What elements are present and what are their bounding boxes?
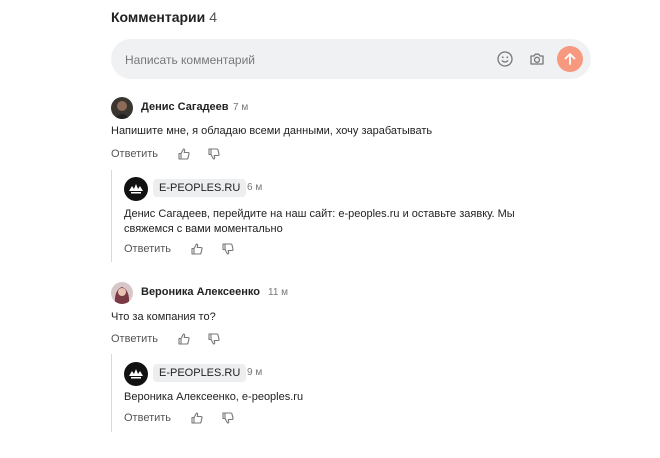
reply-text-line: Денис Сагадеев, перейдите на наш сайт: e… <box>124 208 515 220</box>
send-arrow-icon <box>564 53 576 65</box>
reply-text: Денис Сагадеев, перейдите на наш сайт: e… <box>124 207 624 237</box>
comment-item: Вероника Алексеенко 11 м Что за компания… <box>111 282 631 352</box>
comment-actions: Ответить <box>111 147 251 163</box>
camera-icon[interactable] <box>528 50 546 68</box>
reply-button[interactable]: Ответить <box>111 333 158 345</box>
comment-composer <box>111 39 591 79</box>
like-icon[interactable] <box>177 147 191 161</box>
brand-logo-icon <box>129 184 143 194</box>
dislike-icon[interactable] <box>207 332 221 346</box>
reply-button[interactable]: Ответить <box>124 412 171 424</box>
comment-text: Что за компания то? <box>111 311 216 323</box>
reply-time: 6 м <box>247 182 263 193</box>
like-icon[interactable] <box>190 411 204 425</box>
comment-actions: Ответить <box>111 332 251 348</box>
comment-time: 7 м <box>233 102 249 113</box>
comments-title: Комментарии <box>111 9 206 25</box>
comment-author[interactable]: Денис Сагадеев <box>141 101 229 113</box>
reply-author[interactable]: E-PEOPLES.RU <box>153 364 247 382</box>
reply-author[interactable]: E-PEOPLES.RU <box>153 179 247 197</box>
reply-thread-line <box>111 354 112 432</box>
reply-actions: Ответить <box>124 411 264 427</box>
avatar[interactable] <box>111 97 133 119</box>
dislike-icon[interactable] <box>221 411 235 425</box>
comment-text: Напишите мне, я обладаю всеми данными, х… <box>111 125 433 137</box>
reply-text: Вероника Алексеенко, e-peoples.ru <box>124 391 304 403</box>
brand-avatar[interactable] <box>124 177 148 201</box>
like-icon[interactable] <box>177 332 191 346</box>
dislike-icon[interactable] <box>207 147 221 161</box>
comment-input[interactable] <box>123 49 487 71</box>
reply-text-line: свяжемся с вами моментально <box>124 223 283 235</box>
comments-count: 4 <box>209 9 218 25</box>
reply-button[interactable]: Ответить <box>124 243 171 255</box>
reply-item: E-PEOPLES.RU 6 м Денис Сагадеев, перейди… <box>124 177 624 262</box>
comment-time: 11 м <box>268 287 289 298</box>
comments-section: Комментарии4 Денис Сагадеев <box>0 0 660 458</box>
like-icon[interactable] <box>190 242 204 256</box>
send-button[interactable] <box>557 46 583 72</box>
comment-item: Денис Сагадеев 7 м Напишите мне, я облад… <box>111 97 631 167</box>
avatar[interactable] <box>111 282 133 304</box>
comments-header: Комментарии 4 <box>111 9 217 25</box>
reply-actions: Ответить <box>124 242 264 258</box>
reply-button[interactable]: Ответить <box>111 148 158 160</box>
reply-thread-line <box>111 170 112 262</box>
brand-logo-icon <box>129 369 143 379</box>
reply-time: 9 м <box>247 367 263 378</box>
dislike-icon[interactable] <box>221 242 235 256</box>
emoji-icon[interactable] <box>496 50 514 68</box>
brand-avatar[interactable] <box>124 362 148 386</box>
comment-author[interactable]: Вероника Алексеенко <box>141 286 260 298</box>
reply-item: E-PEOPLES.RU 9 м Вероника Алексеенко, e-… <box>124 362 624 432</box>
